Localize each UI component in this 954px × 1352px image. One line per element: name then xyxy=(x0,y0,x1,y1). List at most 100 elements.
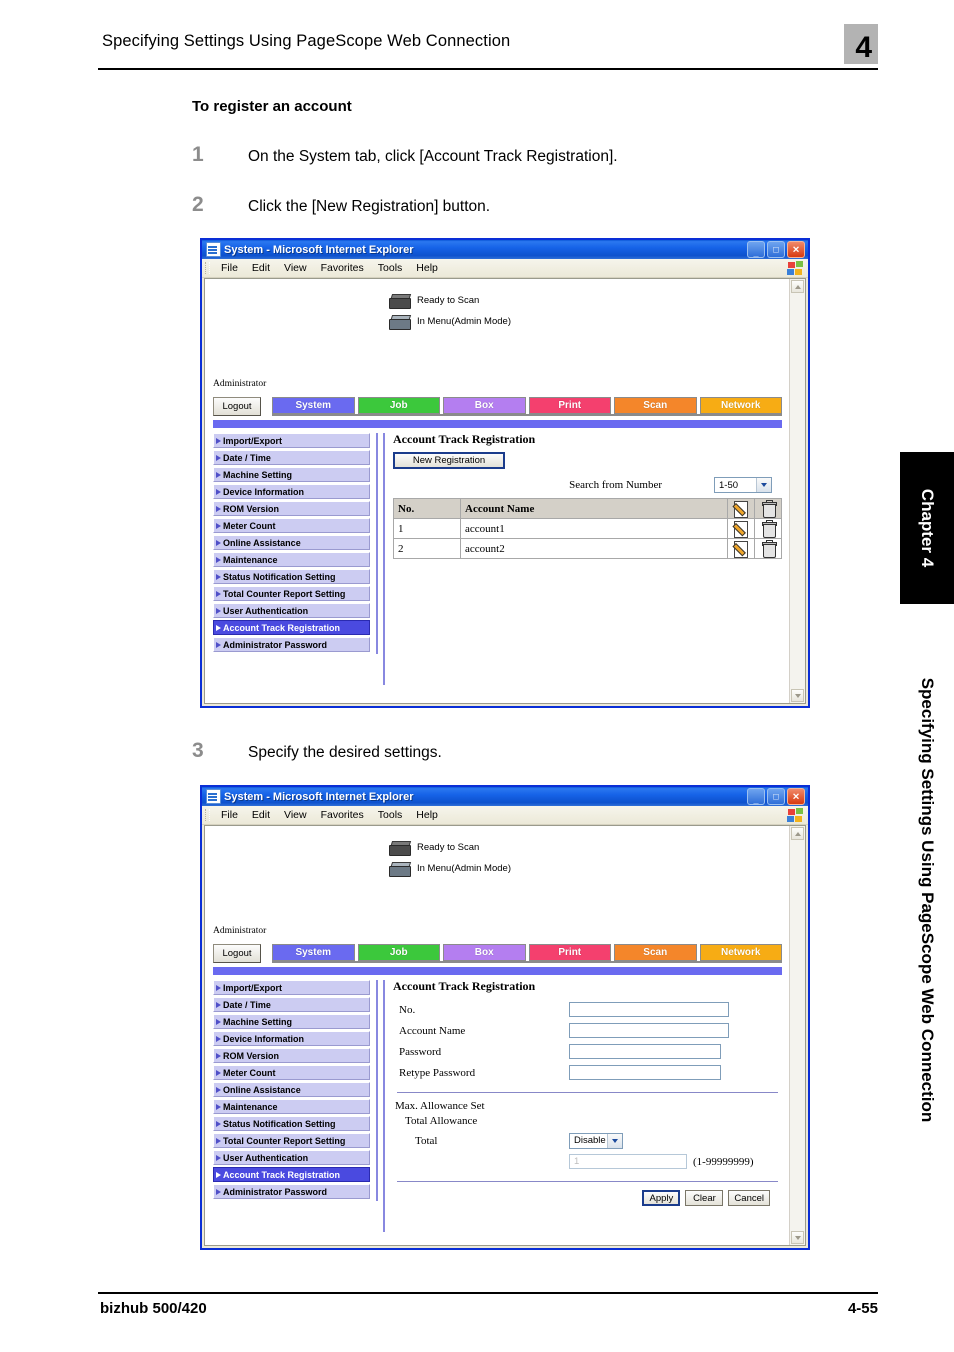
new-registration-button[interactable]: New Registration xyxy=(393,452,505,469)
menu-favorites[interactable]: Favorites xyxy=(314,262,371,274)
maximize-button[interactable]: □ xyxy=(767,788,785,805)
logout-button[interactable]: Logout xyxy=(213,397,261,416)
windows-logo-icon xyxy=(787,807,804,823)
sidebar-item-machine-setting[interactable]: Machine Setting xyxy=(213,1014,370,1029)
menu-file[interactable]: File xyxy=(214,809,245,821)
search-range-select[interactable]: 1-50 xyxy=(714,477,772,493)
content-pane-account-form: Account Track Registration No. Account N… xyxy=(393,979,782,1206)
sidebar-item-online-assistance[interactable]: Online Assistance xyxy=(213,535,370,550)
sidebar-item-device-information[interactable]: Device Information xyxy=(213,484,370,499)
menu-favorites[interactable]: Favorites xyxy=(314,809,371,821)
sidebar-item-user-authentication[interactable]: User Authentication xyxy=(213,1150,370,1165)
edit-pencil-icon[interactable] xyxy=(731,520,750,538)
menu-view[interactable]: View xyxy=(277,262,314,274)
sidebar-item-rom-version[interactable]: ROM Version xyxy=(213,1048,370,1063)
scroll-up-button[interactable] xyxy=(791,280,804,293)
tab-scan[interactable]: Scan xyxy=(614,397,697,414)
menu-help[interactable]: Help xyxy=(409,809,445,821)
total-allowance-input[interactable]: 1 xyxy=(569,1154,687,1169)
row-delete-button[interactable] xyxy=(754,518,782,539)
footer-rule xyxy=(98,1292,878,1294)
sidebar-item-meter-count[interactable]: Meter Count xyxy=(213,1065,370,1080)
tab-box[interactable]: Box xyxy=(443,397,526,414)
scroll-down-button[interactable] xyxy=(791,689,804,702)
menu-file[interactable]: File xyxy=(214,262,245,274)
menu-edit[interactable]: Edit xyxy=(245,809,277,821)
scroll-up-button[interactable] xyxy=(791,827,804,840)
tab-system[interactable]: System xyxy=(272,397,355,414)
sidebar-item-maintenance[interactable]: Maintenance xyxy=(213,552,370,567)
row-edit-button[interactable] xyxy=(727,518,755,539)
table-header-row: No. Account Name xyxy=(393,498,782,519)
tab-system[interactable]: System xyxy=(272,944,355,961)
sidebar-item-machine-setting[interactable]: Machine Setting xyxy=(213,467,370,482)
minimize-button[interactable]: _ xyxy=(747,241,765,258)
sidebar-item-date-time[interactable]: Date / Time xyxy=(213,997,370,1012)
nav-tabs: System Job Box Print Scan Network xyxy=(272,944,782,963)
menu-view[interactable]: View xyxy=(277,809,314,821)
scroll-down-button[interactable] xyxy=(791,1231,804,1244)
apply-button[interactable]: Apply xyxy=(642,1190,681,1206)
vertical-scrollbar[interactable] xyxy=(789,279,805,703)
account-name-input[interactable] xyxy=(569,1023,729,1038)
field-label-password: Password xyxy=(399,1045,442,1058)
close-button[interactable]: ✕ xyxy=(787,241,805,258)
sidebar-item-label: Import/Export xyxy=(223,435,283,446)
total-allowance-select[interactable]: Disable xyxy=(569,1132,623,1149)
logout-button[interactable]: Logout xyxy=(213,944,261,963)
menu-edit[interactable]: Edit xyxy=(245,262,277,274)
tab-box[interactable]: Box xyxy=(443,944,526,961)
tab-job[interactable]: Job xyxy=(357,397,440,414)
sidebar-item-total-counter-report-setting[interactable]: Total Counter Report Setting xyxy=(213,1133,370,1148)
sidebar-item-administrator-password[interactable]: Administrator Password xyxy=(213,637,370,652)
tab-print[interactable]: Print xyxy=(528,397,611,414)
sidebar-item-meter-count[interactable]: Meter Count xyxy=(213,518,370,533)
edit-pencil-icon[interactable] xyxy=(731,540,750,558)
chevron-down-icon[interactable] xyxy=(607,1133,622,1148)
trash-icon[interactable] xyxy=(760,540,777,558)
sidebar-item-status-notification-setting[interactable]: Status Notification Setting xyxy=(213,1116,370,1131)
row-delete-button[interactable] xyxy=(754,538,782,559)
device-status-block: Ready to Scan In Menu(Admin Mode) xyxy=(388,291,598,333)
chevron-down-icon[interactable] xyxy=(756,478,771,492)
sidebar-item-maintenance[interactable]: Maintenance xyxy=(213,1099,370,1114)
cancel-button[interactable]: Cancel xyxy=(728,1190,770,1206)
clear-button[interactable]: Clear xyxy=(685,1190,724,1206)
vertical-scrollbar[interactable] xyxy=(789,826,805,1245)
sidebar-item-import-export[interactable]: Import/Export xyxy=(213,980,370,995)
close-button[interactable]: ✕ xyxy=(787,788,805,805)
sidebar-item-administrator-password[interactable]: Administrator Password xyxy=(213,1184,370,1199)
trash-icon[interactable] xyxy=(760,520,777,538)
minimize-button[interactable]: _ xyxy=(747,788,765,805)
tab-scan[interactable]: Scan xyxy=(614,944,697,961)
sidebar-item-total-counter-report-setting[interactable]: Total Counter Report Setting xyxy=(213,586,370,601)
menu-grip[interactable] xyxy=(205,809,210,821)
maximize-button[interactable]: □ xyxy=(767,241,785,258)
web-page-area: Ready to Scan In Menu(Admin Mode) Admini… xyxy=(205,279,790,703)
sidebar-item-online-assistance[interactable]: Online Assistance xyxy=(213,1082,370,1097)
step-number: 3 xyxy=(192,739,204,762)
menu-grip[interactable] xyxy=(205,262,210,274)
password-input[interactable] xyxy=(569,1044,721,1059)
sidebar-item-rom-version[interactable]: ROM Version xyxy=(213,501,370,516)
sidebar-item-status-notification-setting[interactable]: Status Notification Setting xyxy=(213,569,370,584)
tab-network[interactable]: Network xyxy=(699,397,782,414)
tab-network[interactable]: Network xyxy=(699,944,782,961)
row-edit-button[interactable] xyxy=(727,538,755,559)
accent-band xyxy=(213,967,782,975)
tab-job[interactable]: Job xyxy=(357,944,440,961)
sidebar-item-device-information[interactable]: Device Information xyxy=(213,1031,370,1046)
menu-help[interactable]: Help xyxy=(409,262,445,274)
menu-tools[interactable]: Tools xyxy=(371,262,410,274)
sidebar-item-account-track-registration[interactable]: Account Track Registration xyxy=(213,620,370,635)
sidebar-item-date-time[interactable]: Date / Time xyxy=(213,450,370,465)
tab-print[interactable]: Print xyxy=(528,944,611,961)
sidebar-item-import-export[interactable]: Import/Export xyxy=(213,433,370,448)
sidebar-item-user-authentication[interactable]: User Authentication xyxy=(213,603,370,618)
retype-password-input[interactable] xyxy=(569,1065,721,1080)
sidebar-item-account-track-registration[interactable]: Account Track Registration xyxy=(213,1167,370,1182)
menu-tools[interactable]: Tools xyxy=(371,809,410,821)
bullet-arrow-icon xyxy=(216,1137,221,1144)
footer-page-number: 4-55 xyxy=(847,1300,878,1317)
no-input[interactable] xyxy=(569,1002,729,1017)
